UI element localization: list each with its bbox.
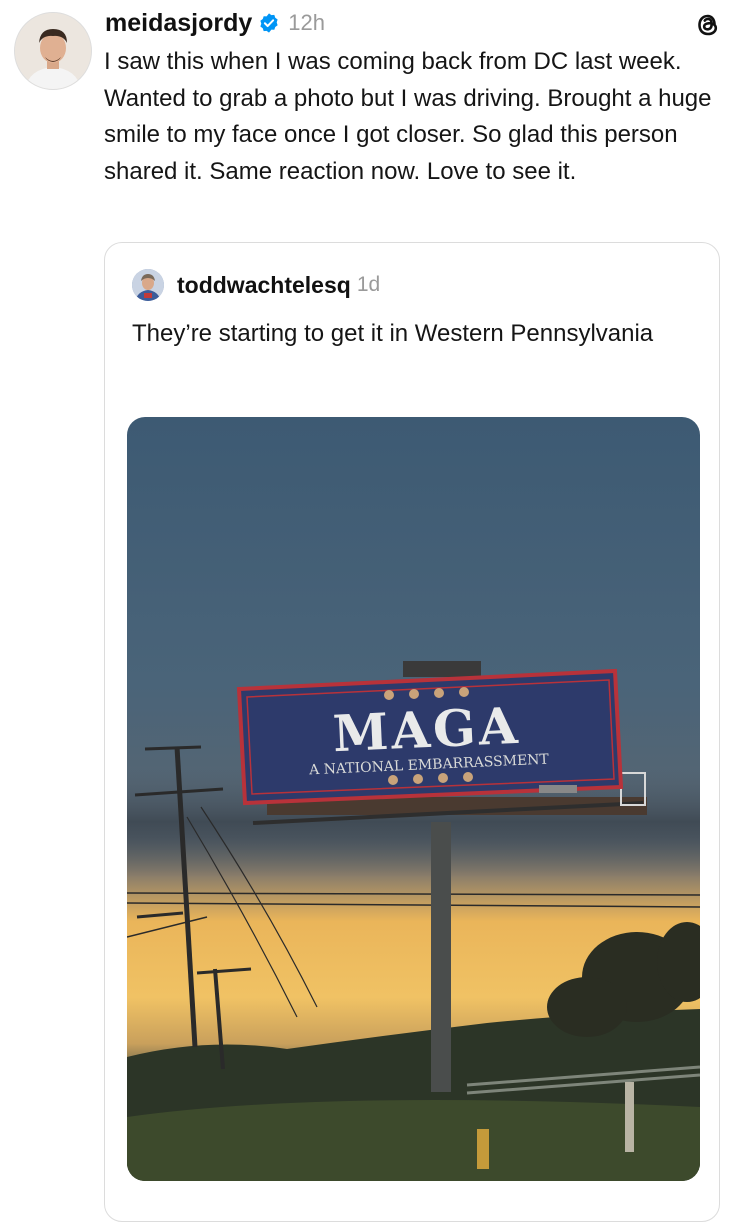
billboard-pole — [431, 822, 451, 1092]
author-avatar[interactable] — [14, 12, 92, 90]
author-username[interactable]: meidasjordy — [105, 9, 252, 38]
threads-logo-icon[interactable] — [693, 10, 723, 40]
quoted-post-photo[interactable]: MAGA A NATIONAL EMBARRASSMENT — [127, 417, 700, 1181]
post-header: meidasjordy 12h — [105, 6, 325, 40]
quoted-post-header: toddwachtelesq 1d — [177, 269, 380, 301]
author-avatar-image — [15, 13, 91, 89]
quoted-post-text: They’re starting to get it in Western Pe… — [132, 320, 654, 347]
quoted-author-username[interactable]: toddwachtelesq — [177, 272, 351, 299]
quoted-author-avatar[interactable] — [132, 269, 164, 301]
quoted-post-card[interactable]: toddwachtelesq 1d They’re starting to ge… — [104, 242, 720, 1222]
quoted-avatar-image — [132, 269, 164, 301]
verified-badge-icon — [258, 12, 280, 34]
post-body-text: I saw this when I was coming back from D… — [104, 48, 712, 185]
post-timestamp: 12h — [288, 10, 325, 35]
quoted-post-timestamp: 1d — [356, 273, 381, 296]
